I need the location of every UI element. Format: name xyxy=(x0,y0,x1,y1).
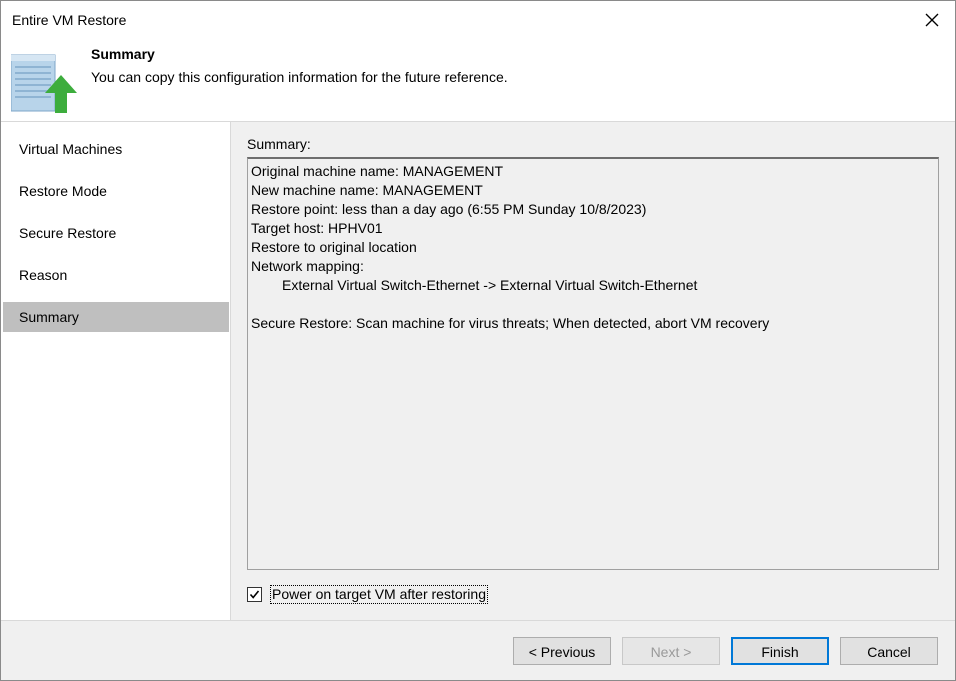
sidebar-item-secure-restore[interactable]: Secure Restore xyxy=(3,218,229,248)
wizard-footer: < Previous Next > Finish Cancel xyxy=(1,620,955,681)
window-title: Entire VM Restore xyxy=(12,12,127,28)
summary-line xyxy=(251,295,935,314)
page-title: Summary xyxy=(91,46,155,62)
cancel-button[interactable]: Cancel xyxy=(840,637,938,665)
summary-line: Network mapping: xyxy=(251,258,364,274)
sidebar-item-reason[interactable]: Reason xyxy=(3,260,229,290)
close-icon xyxy=(925,13,939,27)
sidebar-item-virtual-machines[interactable]: Virtual Machines xyxy=(3,134,229,164)
page-subtitle: You can copy this configuration informat… xyxy=(91,69,508,85)
summary-textbox[interactable]: Original machine name: MANAGEMENT New ma… xyxy=(247,157,939,570)
power-on-checkbox[interactable] xyxy=(247,587,262,602)
sidebar-item-summary[interactable]: Summary xyxy=(3,302,229,332)
power-on-option[interactable]: Power on target VM after restoring xyxy=(247,585,488,604)
previous-button[interactable]: < Previous xyxy=(513,637,611,665)
power-on-label[interactable]: Power on target VM after restoring xyxy=(270,585,488,604)
wizard-steps-sidebar: Virtual Machines Restore Mode Secure Res… xyxy=(1,122,231,620)
next-button[interactable]: Next > xyxy=(622,637,720,665)
summary-label: Summary: xyxy=(247,136,311,152)
summary-line: Secure Restore: Scan machine for virus t… xyxy=(251,315,770,331)
wizard-header: Summary You can copy this configuration … xyxy=(1,39,955,122)
finish-button[interactable]: Finish xyxy=(731,637,829,665)
summary-line: New machine name: MANAGEMENT xyxy=(251,182,483,198)
sidebar-item-restore-mode[interactable]: Restore Mode xyxy=(3,176,229,206)
summary-line: Restore point: less than a day ago (6:55… xyxy=(251,201,647,217)
summary-line: Restore to original location xyxy=(251,239,417,255)
checkmark-icon xyxy=(249,590,260,599)
restore-vm-icon xyxy=(11,54,77,113)
summary-line: External Virtual Switch-Ethernet -> Exte… xyxy=(282,277,698,293)
title-bar: Entire VM Restore xyxy=(1,1,955,39)
close-button[interactable] xyxy=(909,1,955,39)
summary-line: Target host: HPHV01 xyxy=(251,220,383,236)
summary-line: Original machine name: MANAGEMENT xyxy=(251,163,504,179)
entire-vm-restore-dialog: Entire VM Restore Summary You can copy t… xyxy=(0,0,956,681)
